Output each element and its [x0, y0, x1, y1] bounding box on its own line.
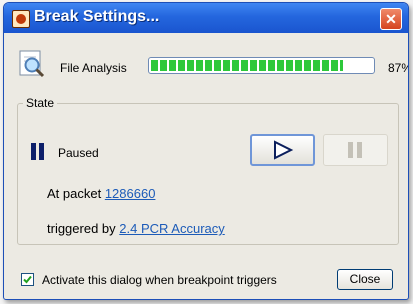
packet-prefix: At packet	[47, 186, 105, 201]
magnifier-document-icon	[19, 50, 45, 78]
pause-icon	[31, 143, 45, 160]
status-text: Paused	[58, 146, 99, 160]
packet-link[interactable]: 1286660	[105, 186, 156, 201]
break-settings-dialog: Break Settings... ✕ File Analysis 87% St…	[3, 2, 409, 300]
trigger-line: triggered by 2.4 PCR Accuracy	[47, 221, 225, 236]
play-icon	[274, 140, 294, 160]
play-button[interactable]	[250, 134, 315, 166]
file-analysis-row: File Analysis 87%	[17, 49, 408, 85]
title-bar[interactable]: Break Settings... ✕	[4, 3, 408, 33]
activate-checkbox[interactable]	[21, 273, 34, 286]
file-analysis-label: File Analysis	[60, 61, 127, 75]
checkmark-icon	[23, 275, 32, 284]
window-close-button[interactable]: ✕	[380, 8, 402, 30]
window-title: Break Settings...	[34, 8, 160, 25]
trigger-link[interactable]: 2.4 PCR Accuracy	[119, 221, 225, 236]
app-icon	[12, 10, 30, 28]
activate-label: Activate this dialog when breakpoint tri…	[42, 273, 277, 287]
packet-line: At packet 1286660	[47, 186, 155, 201]
pause-button[interactable]	[323, 134, 388, 166]
progress-fill	[151, 60, 344, 71]
progress-percent: 87%	[388, 61, 408, 75]
pause-icon	[348, 142, 362, 158]
state-group-label: State	[23, 96, 58, 110]
close-button[interactable]: Close	[337, 269, 393, 290]
trigger-prefix: triggered by	[47, 221, 120, 236]
file-analysis-progress-bar	[148, 57, 375, 74]
